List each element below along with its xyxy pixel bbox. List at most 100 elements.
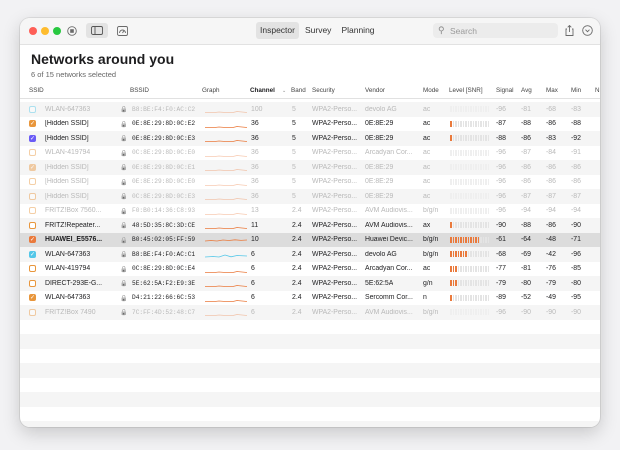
column-signal[interactable]: Signal: [496, 87, 514, 94]
empty-row: [20, 407, 600, 422]
network-checkbox[interactable]: [29, 265, 36, 272]
avg-cell: -88: [521, 120, 531, 127]
column-mode[interactable]: Mode: [423, 87, 439, 94]
ssid-cell: HUAWEI_E5576...: [45, 236, 103, 243]
table-row[interactable]: FRITZ!Box 7490 7C:FF:4D:52:48:C7 6 2.4 WPA2-…: [20, 305, 600, 320]
column-avg[interactable]: Avg: [521, 87, 532, 94]
table-row[interactable]: ✓ [Hidden SSID] 0E:8E:29:8D:0C:E1 36 5 WPA2-P…: [20, 160, 600, 175]
network-checkbox[interactable]: [29, 308, 36, 316]
signal-graph: [205, 314, 247, 316]
lock-icon: 🔒: [120, 223, 128, 229]
signal-graph: [205, 299, 247, 302]
bssid-cell: 5E:62:5A:F2:E9:3E: [132, 279, 196, 287]
column-max[interactable]: Max: [546, 87, 558, 94]
table-row[interactable]: ✓ WLAN-647363 D4:21:22:66:6C:53 6 2.4 WPA2-Pe…: [20, 291, 600, 306]
column-level[interactable]: Level [SNR]: [449, 87, 483, 94]
column-graph[interactable]: Graph: [202, 87, 220, 94]
network-checkbox[interactable]: ✓: [29, 294, 36, 301]
level-meter: [450, 193, 490, 199]
channel-cell: 36: [251, 134, 259, 142]
signal-graph: [205, 169, 247, 171]
network-checkbox[interactable]: ✓: [29, 134, 36, 142]
ssid-cell: [Hidden SSID]: [45, 120, 89, 127]
level-meter: [450, 280, 490, 286]
column-more[interactable]: N: [595, 87, 600, 94]
close-window-button[interactable]: [29, 27, 37, 35]
network-checkbox[interactable]: [29, 105, 36, 113]
band-cell: 5: [292, 178, 296, 185]
tab-planning[interactable]: Planning: [337, 22, 378, 39]
vendor-cell: devolo AG: [365, 105, 397, 113]
table-row[interactable]: [Hidden SSID] 0C:8E:29:8D:0C:E3 36 5 WPA2-Pe…: [20, 189, 600, 204]
bssid-cell: 0E:8E:29:8D:0C:E1: [132, 163, 196, 171]
bssid-cell: B0:45:02:05:FF:59: [132, 236, 196, 243]
table-row[interactable]: [Hidden SSID] 0E:8E:29:8D:0C:E0 36 5 WPA2-Pe…: [20, 175, 600, 190]
network-checkbox[interactable]: [29, 221, 36, 229]
stop-scan-button[interactable]: [65, 23, 79, 38]
vendor-cell: Arcadyan Cor...: [365, 265, 413, 272]
column-vendor[interactable]: Vendor: [365, 87, 385, 94]
table-row[interactable]: ✓ [Hidden SSID] 0E:8E:29:8D:0C:E3 36 5 WPA2-P…: [20, 131, 600, 146]
empty-row: [20, 392, 600, 407]
signal-graph: [205, 254, 247, 258]
mode-cell: g/n: [423, 279, 433, 287]
mode-cell: ac: [423, 105, 431, 113]
column-min[interactable]: Min: [571, 87, 581, 94]
security-cell: WPA2-Perso...: [312, 163, 358, 171]
tab-survey[interactable]: Survey: [301, 22, 335, 39]
signal-graph: [205, 111, 247, 113]
mode-cell: ac: [423, 120, 431, 127]
column-channel[interactable]: Channel: [250, 87, 275, 94]
bssid-cell: D4:21:22:66:6C:53: [132, 294, 196, 301]
level-meter: [450, 178, 490, 185]
zoom-window-button[interactable]: [53, 27, 61, 35]
table-row[interactable]: ✓ HUAWEI_E5576... B0:45:02:05:FF:59 10 2.4 WP…: [20, 232, 600, 247]
table-row[interactable]: FRITZ!Box 7560... F0:B0:14:36:C8:93 13 2.4 W…: [20, 204, 600, 219]
security-cell: WPA2-Perso...: [312, 294, 358, 301]
bssid-cell: 0E:8E:29:8D:0C:E2: [132, 120, 196, 127]
network-checkbox[interactable]: ✓: [29, 236, 36, 243]
tab-inspector[interactable]: Inspector: [256, 22, 299, 39]
column-bssid[interactable]: BSSID: [130, 87, 149, 94]
minimize-window-button[interactable]: [41, 27, 49, 35]
network-checkbox[interactable]: [29, 178, 36, 185]
network-checkbox[interactable]: [29, 149, 36, 156]
max-cell: -79: [546, 279, 556, 287]
network-checkbox[interactable]: ✓: [29, 163, 36, 171]
signal-graph: [205, 198, 247, 200]
ssid-cell: FRITZ!Box 7490: [45, 308, 96, 316]
level-meter: [450, 236, 490, 243]
search-placeholder: Search: [450, 26, 477, 36]
column-band[interactable]: Band: [291, 87, 306, 94]
sidebar-toggle-button[interactable]: [86, 23, 108, 38]
table-row[interactable]: ✓ [Hidden SSID] 0E:8E:29:8D:0C:E2 36 5 WPA2-P…: [20, 117, 600, 132]
empty-row: [20, 421, 600, 427]
search-field[interactable]: ⚲ Search: [433, 23, 558, 38]
table-row[interactable]: ✓ WLAN-647363 B8:BE:F4:F0:AC:C1 6 2.4 WPA2-Pe…: [20, 247, 600, 262]
more-options-button[interactable]: [581, 23, 593, 38]
avg-cell: -81: [521, 265, 531, 272]
table-row[interactable]: WLAN-419794 0C:8E:29:8D:0C:E0 36 5 WPA2-Pers…: [20, 146, 600, 161]
network-checkbox[interactable]: [29, 207, 36, 214]
network-checkbox[interactable]: [29, 279, 36, 287]
network-checkbox[interactable]: [29, 192, 36, 200]
vendor-cell: AVM Audiovis...: [365, 308, 413, 316]
table-row[interactable]: DIRECT-293E-G... 5E:62:5A:F2:E9:3E 6 2.4 WPA…: [20, 276, 600, 291]
signal-graph: [205, 212, 247, 215]
column-security[interactable]: Security: [312, 87, 335, 94]
share-button[interactable]: [562, 23, 576, 38]
network-checkbox[interactable]: ✓: [29, 120, 36, 127]
speedometer-button[interactable]: [115, 23, 129, 38]
vendor-cell: 0E:8E:29: [365, 163, 394, 171]
ssid-cell: [Hidden SSID]: [45, 178, 89, 185]
column-ssid[interactable]: SSID: [29, 87, 44, 94]
table-row[interactable]: WLAN-647363 B8:BE:F4:F0:AC:C2 100 5 WPA2-Per…: [20, 102, 600, 117]
signal-graph: [205, 125, 247, 128]
table-row[interactable]: WLAN-419794 0C:8E:29:8D:0C:E4 6 2.4 WPA2-Per…: [20, 262, 600, 277]
signal-cell: -96: [496, 163, 506, 171]
table-row[interactable]: FRITZ!Repeater... 48:5D:35:8C:3D:CE 11 2.4 W…: [20, 218, 600, 233]
network-checkbox[interactable]: ✓: [29, 250, 36, 258]
channel-cell: 6: [251, 265, 255, 272]
min-cell: -90: [571, 308, 581, 316]
signal-cell: -61: [496, 236, 506, 243]
